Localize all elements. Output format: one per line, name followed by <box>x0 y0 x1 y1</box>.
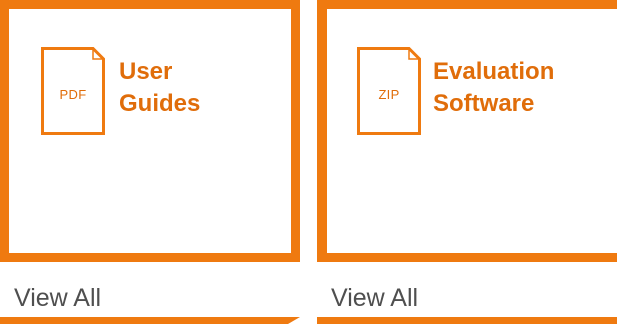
card-title-line: Software <box>433 90 535 117</box>
file-zip-icon: ZIP <box>357 47 421 135</box>
view-all-link[interactable]: View All <box>14 281 101 315</box>
card-title-line: Evaluation <box>433 58 555 85</box>
card-title[interactable]: Evaluation Software <box>433 56 554 120</box>
view-all-link[interactable]: View All <box>331 281 418 315</box>
file-extension-label: PDF <box>59 87 87 102</box>
file-pdf-icon: PDF <box>41 47 105 135</box>
card-panel[interactable]: PDF User Guides <box>0 0 300 262</box>
card-panel-inner: PDF User Guides <box>9 9 291 253</box>
card-title[interactable]: User Guides <box>119 56 200 120</box>
file-extension-label: ZIP <box>378 87 400 102</box>
card-title-line: User <box>119 58 173 85</box>
accent-bar <box>317 317 617 324</box>
card-panel-inner: ZIP Evaluation Software <box>327 9 617 253</box>
card-user-guides[interactable]: PDF User Guides View All <box>0 0 300 324</box>
accent-bar <box>0 317 300 324</box>
card-evaluation-software[interactable]: ZIP Evaluation Software View All <box>317 0 617 324</box>
card-title-line: Guides <box>119 90 201 117</box>
card-panel[interactable]: ZIP Evaluation Software <box>317 0 617 262</box>
